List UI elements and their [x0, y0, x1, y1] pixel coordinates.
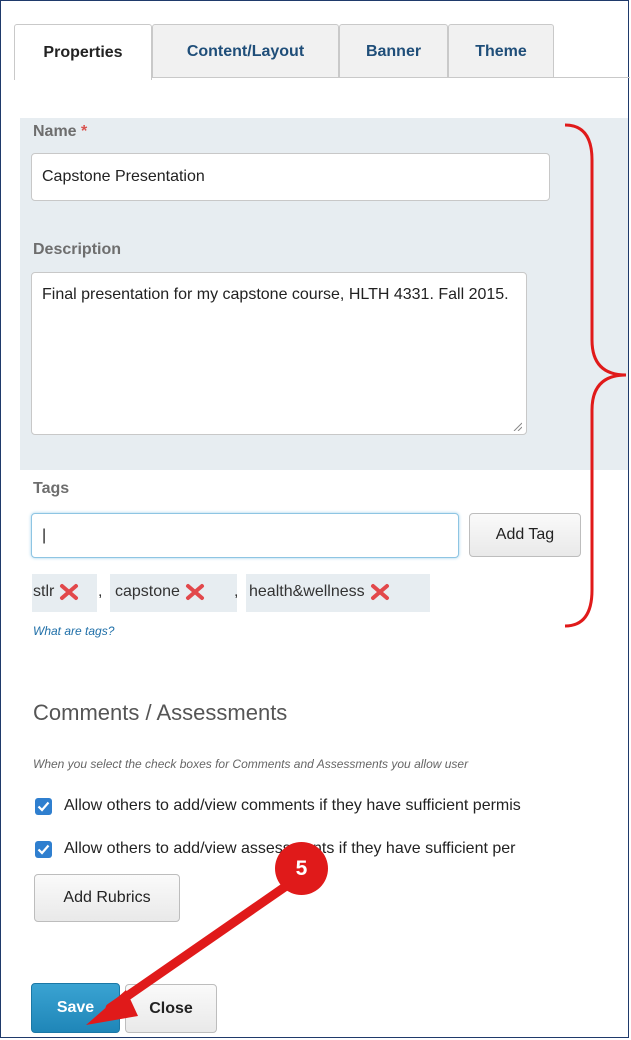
tag-chip: stlr: [33, 583, 79, 601]
tag-chip: capstone: [115, 583, 205, 601]
remove-tag-icon[interactable]: [59, 583, 79, 601]
tab-banner[interactable]: Banner: [339, 24, 448, 78]
tag-separator: ,: [98, 583, 103, 600]
allow-comments-checkbox[interactable]: [35, 797, 52, 815]
checkmark-icon: [37, 844, 50, 855]
tag-label: health&wellness: [249, 583, 365, 600]
checkmark-icon: [37, 801, 50, 812]
remove-tag-icon[interactable]: [370, 583, 390, 601]
allow-assessments-row: Allow others to add/view assessments if …: [35, 840, 515, 858]
description-field[interactable]: Final presentation for my capstone cours…: [31, 272, 527, 435]
add-tag-button[interactable]: Add Tag: [469, 513, 581, 557]
description-field-value: Final presentation for my capstone cours…: [42, 286, 509, 303]
comments-section-title: Comments / Assessments: [33, 700, 288, 725]
step-number-badge: 5: [275, 842, 328, 895]
description-label: Description: [33, 241, 122, 258]
tags-input-cursor: |: [42, 526, 47, 544]
tag-chip: health&wellness: [249, 583, 390, 601]
save-button[interactable]: Save: [31, 983, 120, 1033]
comments-help-text: When you select the check boxes for Comm…: [33, 757, 469, 771]
tab-theme[interactable]: Theme: [448, 24, 554, 78]
tag-label: stlr: [33, 583, 55, 600]
tab-content-layout[interactable]: Content/Layout: [152, 24, 339, 78]
name-field[interactable]: Capstone Presentation: [31, 153, 550, 201]
name-label: Name *: [33, 123, 87, 141]
add-rubrics-button[interactable]: Add Rubrics: [34, 874, 180, 922]
allow-comments-label: Allow others to add/view comments if the…: [64, 797, 521, 814]
tags-input[interactable]: |: [31, 513, 459, 558]
tab-properties[interactable]: Properties: [14, 24, 152, 80]
close-button[interactable]: Close: [125, 984, 217, 1033]
tags-label: Tags: [33, 480, 70, 497]
tag-label: capstone: [115, 583, 180, 600]
allow-assessments-checkbox[interactable]: [35, 840, 52, 858]
resize-grip-icon[interactable]: [512, 421, 522, 431]
remove-tag-icon[interactable]: [185, 583, 205, 601]
allow-comments-row: Allow others to add/view comments if the…: [35, 797, 521, 815]
required-marker: *: [81, 123, 88, 140]
name-label-text: Name: [33, 123, 77, 140]
name-field-value: Capstone Presentation: [42, 168, 205, 185]
what-are-tags-link[interactable]: What are tags?: [33, 624, 114, 638]
tag-separator: ,: [234, 583, 239, 600]
